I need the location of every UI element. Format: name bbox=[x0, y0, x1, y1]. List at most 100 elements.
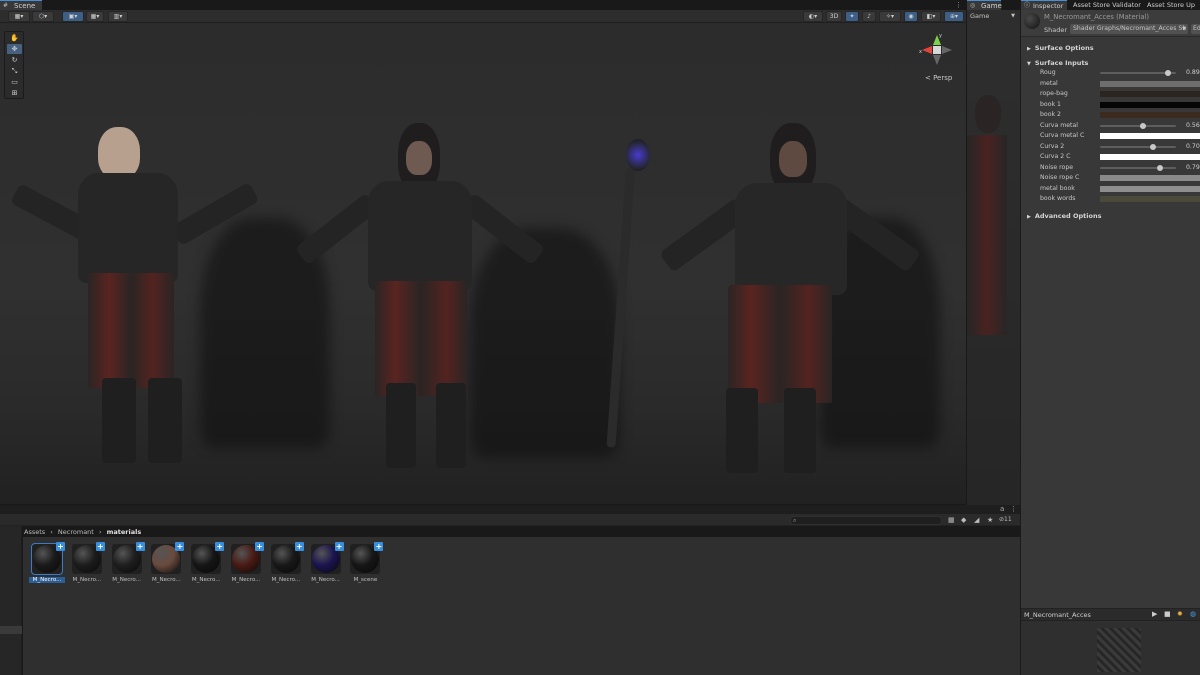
add-variant-icon[interactable]: + bbox=[215, 542, 225, 551]
add-variant-icon[interactable]: + bbox=[294, 542, 304, 551]
bookmark-icon[interactable]: ◢ bbox=[974, 516, 979, 524]
color-swatch[interactable] bbox=[1100, 196, 1200, 202]
rotate-tool-icon[interactable]: ↻ bbox=[7, 55, 22, 65]
stop-icon[interactable]: ■ bbox=[1164, 610, 1171, 618]
game-display-dropdown[interactable]: Game ▼ bbox=[967, 10, 1020, 22]
property-value[interactable]: 0.79 bbox=[1186, 164, 1200, 171]
orientation-gizmo-icon[interactable]: x y bbox=[918, 31, 956, 79]
property-slider[interactable] bbox=[1100, 164, 1176, 171]
property-slider[interactable] bbox=[1100, 122, 1176, 129]
property-label: Curva 2 bbox=[1040, 142, 1065, 150]
add-variant-icon[interactable]: + bbox=[334, 542, 344, 551]
draw-shaded-button[interactable]: ◐▾ bbox=[803, 11, 823, 22]
material-thumbnail: + bbox=[270, 542, 304, 574]
slider-handle[interactable] bbox=[1139, 122, 1146, 129]
add-variant-icon[interactable]: + bbox=[255, 542, 264, 551]
color-swatch[interactable] bbox=[1100, 101, 1200, 108]
grid-button[interactable]: ▥▾ bbox=[108, 11, 128, 22]
play-icon[interactable]: ▶ bbox=[1152, 610, 1157, 618]
material-asset[interactable]: + M_Necro... bbox=[188, 542, 225, 583]
breadcrumb-item-assets[interactable]: Assets bbox=[24, 528, 45, 536]
color-swatch[interactable] bbox=[1100, 154, 1200, 160]
color-swatch[interactable] bbox=[1100, 185, 1200, 192]
gizmo-tool-button[interactable]: ⬡▾ bbox=[32, 11, 54, 22]
property-slider[interactable] bbox=[1100, 143, 1176, 150]
light-icon[interactable]: ✹ bbox=[1177, 610, 1183, 618]
shader-dropdown[interactable]: Shader Graphs/Necromant_Acces Sh ▼ bbox=[1070, 24, 1188, 34]
property-value[interactable]: 0.89 bbox=[1186, 69, 1200, 76]
shader-value: Shader Graphs/Necromant_Acces Sh bbox=[1073, 25, 1187, 32]
filter-label-icon[interactable]: ◆ bbox=[961, 516, 966, 524]
slider-handle[interactable] bbox=[1164, 70, 1171, 76]
property-slider[interactable] bbox=[1100, 70, 1176, 76]
game-view-panel: ◎ Game Game ▼ bbox=[966, 0, 1020, 505]
material-asset[interactable]: + M_scene bbox=[347, 542, 384, 583]
edit-shader-button[interactable]: Ed bbox=[1191, 24, 1200, 34]
color-swatch[interactable] bbox=[1100, 91, 1200, 97]
svg-text:y: y bbox=[939, 33, 942, 39]
color-swatch[interactable] bbox=[1100, 175, 1200, 181]
material-asset[interactable]: + M_Necro... bbox=[148, 542, 185, 583]
lock-icon[interactable]: a bbox=[1000, 505, 1004, 513]
sphere-preview-icon[interactable]: ◍ bbox=[1190, 610, 1196, 618]
hidden-count-icon[interactable]: ⊘11 bbox=[999, 516, 1012, 523]
property-value[interactable]: 0.56 bbox=[1186, 122, 1200, 129]
surface-inputs-foldout[interactable]: ▼ Surface Inputs bbox=[1027, 59, 1088, 67]
scale-tool-icon[interactable]: ⤡ bbox=[7, 66, 22, 76]
property-label: rope-bag bbox=[1040, 90, 1068, 97]
breadcrumb-item-necromant[interactable]: Necromant bbox=[58, 528, 94, 536]
project-search-input[interactable]: ⌕ bbox=[790, 516, 942, 525]
add-variant-icon[interactable]: + bbox=[175, 542, 185, 551]
character-undead-model[interactable] bbox=[0, 23, 966, 504]
increment-snap-button[interactable]: ▦▾ bbox=[86, 11, 104, 22]
add-variant-icon[interactable]: + bbox=[135, 542, 145, 551]
tab-asset-store-validator[interactable]: Asset Store Validator bbox=[1073, 0, 1145, 10]
slider-handle[interactable] bbox=[1150, 143, 1157, 150]
filter-type-icon[interactable]: ▦ bbox=[948, 516, 955, 524]
material-asset[interactable]: + M_Necro... bbox=[29, 542, 65, 583]
toggle-3d-button[interactable]: 3D bbox=[826, 11, 842, 22]
audio-toggle-icon[interactable]: ♪ bbox=[862, 11, 876, 22]
property-value[interactable]: 0.70 bbox=[1186, 143, 1200, 150]
color-swatch[interactable] bbox=[1100, 112, 1200, 118]
material-asset[interactable]: + M_Necro... bbox=[69, 542, 105, 583]
tab-inspector[interactable]: ⓘ Inspector bbox=[1021, 0, 1067, 10]
tab-asset-store-validator-label: Asset Store Validator bbox=[1073, 1, 1141, 9]
projection-label[interactable]: < Persp bbox=[925, 74, 952, 82]
breadcrumb-item-materials[interactable]: materials bbox=[107, 528, 142, 536]
hand-tool-icon[interactable]: ✋ bbox=[7, 33, 22, 43]
material-asset[interactable]: + M_Necro... bbox=[308, 542, 344, 583]
surface-options-foldout[interactable]: ▶ Surface Options bbox=[1027, 44, 1094, 52]
panel-menu-icon[interactable]: ⋮ bbox=[1010, 505, 1017, 513]
hidden-objects-icon[interactable]: ◉ bbox=[904, 11, 918, 22]
snap-grid-button[interactable]: ▣▾ bbox=[62, 11, 84, 22]
folder-tree-selected-row[interactable] bbox=[0, 626, 22, 634]
camera-settings-button[interactable]: ◧▾ bbox=[921, 11, 941, 22]
material-asset[interactable]: + M_Necro... bbox=[268, 542, 304, 583]
color-swatch[interactable] bbox=[1100, 80, 1200, 87]
advanced-options-foldout[interactable]: ▶ Advanced Options bbox=[1027, 212, 1101, 220]
scene-viewport[interactable]: ✋ ✥ ↻ ⤡ ▭ ⊞ x y < Persp bbox=[0, 23, 966, 504]
rect-tool-icon[interactable]: ▭ bbox=[7, 77, 22, 87]
tab-scene[interactable]: # Scene bbox=[0, 0, 42, 10]
move-tool-icon[interactable]: ✥ bbox=[7, 44, 22, 54]
property-row: Noise rope C bbox=[1021, 173, 1200, 183]
scene-tab-menu-icon[interactable]: ⋮ bbox=[955, 1, 962, 9]
tab-game[interactable]: ◎ Game bbox=[967, 0, 1002, 10]
project-folder-tree[interactable] bbox=[0, 526, 22, 675]
draw-mode-button[interactable]: ▦▾ bbox=[8, 11, 30, 22]
effects-button[interactable]: ✧▾ bbox=[879, 11, 901, 22]
tab-asset-store-uploader[interactable]: Asset Store Up bbox=[1147, 0, 1200, 10]
material-asset[interactable]: + M_Necro... bbox=[228, 542, 264, 583]
add-variant-icon[interactable]: + bbox=[374, 542, 384, 551]
slider-handle[interactable] bbox=[1157, 164, 1164, 171]
add-variant-icon[interactable]: + bbox=[56, 542, 65, 551]
favorite-icon[interactable]: ★ bbox=[987, 516, 993, 524]
transform-tool-icon[interactable]: ⊞ bbox=[7, 88, 22, 98]
lighting-toggle-icon[interactable]: ✦ bbox=[845, 11, 859, 22]
add-variant-icon[interactable]: + bbox=[95, 542, 105, 551]
color-swatch[interactable] bbox=[1100, 133, 1200, 139]
property-label: book 2 bbox=[1040, 111, 1061, 118]
gizmos-button[interactable]: ⊕▾ bbox=[944, 11, 964, 22]
material-asset[interactable]: + M_Necro... bbox=[109, 542, 145, 583]
